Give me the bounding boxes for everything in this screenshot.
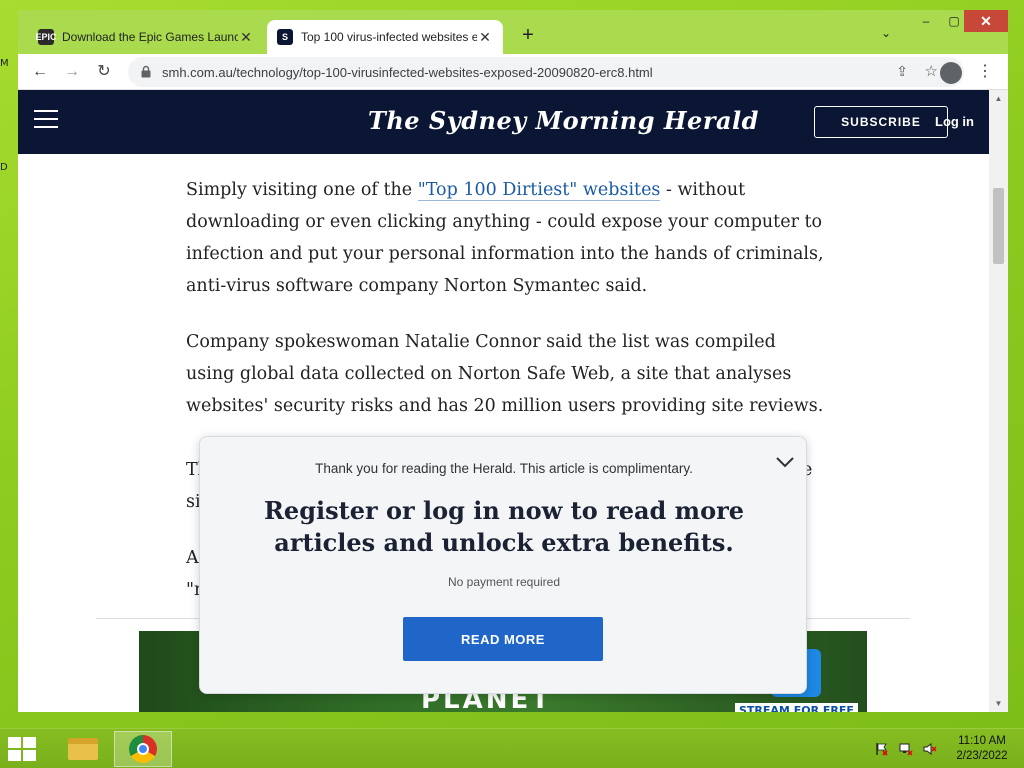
page-viewport: The Sydney Morning Herald SUBSCRIBE Log … (18, 90, 989, 712)
reload-icon[interactable]: ↻ (92, 60, 116, 84)
scroll-up-icon[interactable]: ▲ (989, 94, 1008, 103)
bookmark-star-icon[interactable]: ☆ (925, 62, 938, 80)
lock-icon[interactable] (140, 65, 154, 79)
paywall-note: No payment required (447, 575, 561, 589)
epic-favicon-icon: EPIC (36, 29, 57, 45)
profile-avatar-icon[interactable] (940, 62, 962, 84)
tab-smh-article[interactable]: S Top 100 virus-infected websites expose… (267, 20, 503, 54)
paywall-headline: Register or log in now to read more arti… (263, 496, 744, 557)
tab-title: Top 100 virus-infected websites exposed (301, 30, 477, 44)
tab-close-icon[interactable]: ✕ (238, 29, 254, 46)
scroll-down-icon[interactable]: ▼ (989, 699, 1008, 708)
browser-window: EPIC Download the Epic Games Launcher ✕ … (18, 10, 1008, 712)
system-clock[interactable]: 11:10 AM 2/23/2022 (950, 734, 1014, 764)
paywall-modal: Thank you for reading the Herald. This a… (199, 436, 807, 694)
browser-menu-icon[interactable]: ⋮ (976, 60, 994, 84)
subscribe-button[interactable]: SUBSCRIBE (814, 106, 948, 138)
desktop-side-mark: M (0, 58, 9, 69)
read-more-button[interactable]: READ MORE (403, 617, 603, 661)
article-paragraph: Simply visiting one of the "Top 100 Dirt… (186, 180, 824, 296)
close-window-button[interactable]: ✕ (964, 10, 1008, 32)
forward-icon[interactable]: → (60, 60, 84, 84)
top-100-dirtiest-link[interactable]: "Top 100 Dirtiest" websites (417, 180, 661, 201)
clock-time: 11:10 AM (958, 735, 1006, 747)
site-header: The Sydney Morning Herald SUBSCRIBE Log … (18, 90, 989, 154)
scrollbar-thumb[interactable] (993, 188, 1004, 264)
flag-icon[interactable] (874, 742, 890, 756)
share-icon[interactable]: ⇪ (896, 63, 908, 80)
tab-close-icon[interactable]: ✕ (477, 29, 493, 46)
page-scrollbar[interactable]: ▲ ▼ (989, 90, 1008, 712)
desktop-side-mark: D (0, 162, 8, 173)
tab-title: Download the Epic Games Launcher (62, 30, 238, 44)
hamburger-menu-icon[interactable] (34, 110, 58, 128)
volume-muted-icon[interactable] (922, 742, 938, 756)
new-tab-button[interactable]: + (516, 24, 540, 48)
file-explorer-icon[interactable] (54, 731, 112, 767)
url-text[interactable]: smh.com.au/technology/top-100-virusinfec… (162, 65, 653, 80)
clock-date: 2/23/2022 (956, 750, 1008, 762)
back-icon[interactable]: ← (28, 60, 52, 84)
article-paragraph: Company spokeswoman Natalie Connor said … (186, 332, 824, 416)
site-masthead-logo[interactable]: The Sydney Morning Herald (368, 106, 759, 135)
browser-toolbar: ← → ↻ smh.com.au/technology/top-100-viru… (18, 54, 1008, 90)
paywall-intro: Thank you for reading the Herald. This a… (315, 461, 693, 476)
chrome-icon[interactable] (114, 731, 172, 767)
taskbar: 11:10 AM 2/23/2022 (0, 728, 1024, 768)
ad-stream-label: STREAM FOR FREE (735, 703, 858, 712)
tab-epic-games[interactable]: EPIC Download the Epic Games Launcher ✕ (28, 20, 264, 54)
tab-strip: EPIC Download the Epic Games Launcher ✕ … (18, 10, 1008, 54)
login-link[interactable]: Log in (935, 114, 974, 129)
smh-favicon-icon: S (277, 29, 293, 45)
tab-search-button[interactable]: ⌄ (876, 26, 896, 46)
network-icon[interactable] (898, 742, 914, 756)
article-body: Simply visiting one of the "Top 100 Dirt… (186, 174, 826, 446)
windows-start-icon[interactable] (8, 737, 38, 761)
address-bar[interactable]: smh.com.au/technology/top-100-virusinfec… (128, 57, 964, 87)
